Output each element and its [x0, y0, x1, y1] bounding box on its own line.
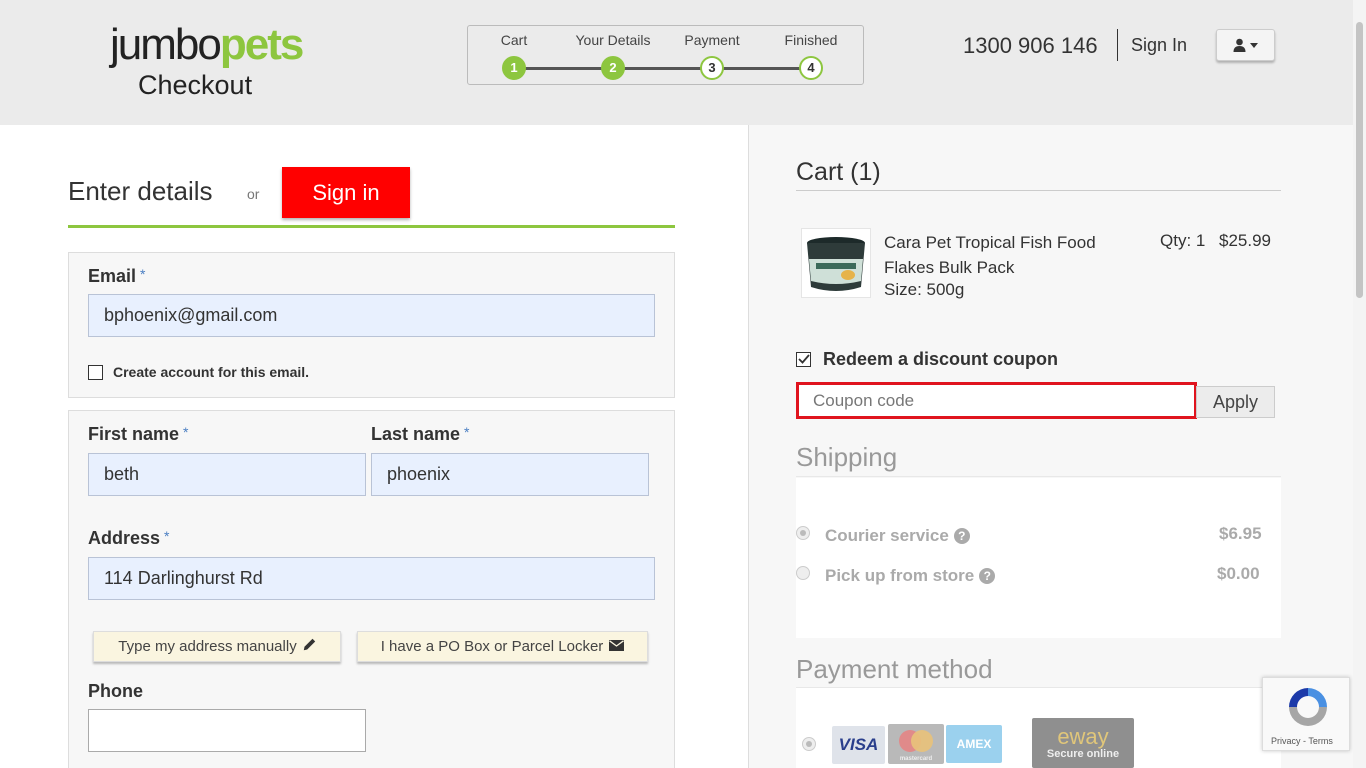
type-address-manually-button[interactable]: Type my address manually	[93, 631, 341, 662]
cart-title: Cart (1)	[796, 158, 881, 186]
redeem-coupon-row[interactable]: Redeem a discount coupon	[796, 349, 1058, 370]
step-circle: 1	[502, 56, 526, 80]
phone-label: Phone	[88, 681, 144, 701]
courier-service-price: $6.95	[1219, 524, 1262, 543]
recaptcha-terms-link[interactable]: Terms	[1308, 736, 1333, 746]
address-input[interactable]	[88, 557, 655, 600]
recaptcha-badge[interactable]: Privacy - Terms	[1262, 677, 1350, 751]
create-account-checkbox[interactable]	[88, 364, 103, 380]
logo-pets: pets	[219, 20, 304, 69]
shipping-divider	[796, 476, 1281, 477]
logo-checkout-subtitle: Checkout	[138, 70, 253, 100]
last-name-input[interactable]	[371, 453, 649, 496]
coupon-code-input[interactable]	[796, 382, 1197, 419]
account-dropdown-button[interactable]	[1216, 29, 1275, 61]
question-circle-icon[interactable]: ?	[953, 528, 970, 544]
create-account-label: Create account for this email.	[113, 364, 310, 380]
address-label: Address *	[88, 528, 170, 548]
pick-up-store-option[interactable]: Pick up from store ?	[825, 566, 996, 586]
sign-in-button[interactable]: Sign in	[282, 167, 410, 218]
apply-coupon-button[interactable]: Apply	[1196, 386, 1275, 418]
shipping-options-box	[796, 478, 1281, 638]
first-name-label: First name *	[88, 424, 189, 444]
required-mark: *	[183, 424, 189, 440]
recaptcha-links: Privacy - Terms	[1271, 736, 1333, 746]
visa-logo: VISA	[832, 726, 885, 764]
pencil-icon	[303, 638, 316, 655]
step-cart: Cart 1	[464, 32, 564, 80]
section-divider	[68, 225, 675, 228]
step-payment: Payment 3	[662, 32, 762, 80]
page-scrollbar[interactable]	[1353, 0, 1366, 768]
amex-logo: AMEX	[946, 725, 1002, 763]
payment-method-title: Payment method	[796, 654, 993, 684]
create-account-row[interactable]: Create account for this email.	[88, 364, 309, 380]
product-image	[801, 228, 871, 298]
courier-service-option[interactable]: Courier service ?	[825, 526, 970, 546]
header-divider	[1117, 29, 1118, 61]
first-name-input[interactable]	[88, 453, 366, 496]
redeem-coupon-label: Redeem a discount coupon	[823, 349, 1059, 369]
mastercard-text: mastercard	[900, 756, 933, 762]
step-circle: 4	[799, 56, 823, 80]
pick-up-store-price: $0.00	[1217, 564, 1260, 583]
email-input[interactable]	[88, 294, 655, 337]
product-size: Size: 500g	[884, 280, 965, 299]
step-circle: 2	[601, 56, 625, 80]
phone-input[interactable]	[88, 709, 366, 752]
or-separator: or	[247, 186, 260, 202]
product-name: Cara Pet Tropical Fish Food Flakes Bulk …	[884, 233, 1096, 277]
logo-jumbo: jumbo	[110, 20, 222, 69]
shipping-title: Shipping	[796, 442, 898, 472]
step-your-details: Your Details 2	[563, 32, 663, 80]
last-name-label: Last name *	[371, 424, 470, 444]
step-finished: Finished 4	[761, 32, 861, 80]
po-box-button[interactable]: I have a PO Box or Parcel Locker	[357, 631, 648, 662]
product-quantity: Qty: 1	[1160, 231, 1206, 250]
email-label: Email *	[88, 266, 146, 286]
question-circle-icon[interactable]: ?	[979, 568, 996, 584]
required-mark: *	[464, 424, 470, 440]
mastercard-logo: mastercard	[888, 724, 944, 764]
cart-divider	[796, 190, 1281, 191]
courier-service-radio[interactable]	[796, 526, 810, 540]
required-mark: *	[140, 266, 146, 282]
product-price: $25.99	[1219, 231, 1271, 250]
scrollbar-thumb[interactable]	[1356, 22, 1363, 298]
recaptcha-icon	[1285, 684, 1331, 735]
step-circle: 3	[700, 56, 724, 80]
eway-subtitle: Secure online	[1046, 748, 1120, 760]
phone-number[interactable]: 1300 906 146	[963, 33, 1098, 59]
jumbopets-logo[interactable]: jumbopets Checkout	[110, 20, 310, 100]
user-icon	[1233, 38, 1246, 52]
checkout-progress: Cart 1 Your Details 2 Payment 3 Finished…	[467, 25, 864, 85]
required-mark: *	[164, 528, 170, 544]
header-sign-in-link[interactable]: Sign In	[1131, 35, 1187, 56]
checkout-header: jumbopets Checkout Cart 1 Your Details 2…	[0, 0, 1366, 125]
redeem-coupon-checkbox[interactable]	[796, 352, 811, 367]
recaptcha-privacy-link[interactable]: Privacy	[1271, 736, 1301, 746]
eway-wordmark: eway	[1057, 724, 1109, 749]
eway-logo: eway Secure online	[1032, 718, 1134, 768]
pick-up-store-radio[interactable]	[796, 566, 810, 580]
card-payment-radio[interactable]	[802, 737, 816, 751]
enter-details-title: Enter details	[68, 176, 213, 206]
envelope-icon	[609, 638, 625, 655]
caret-down-icon	[1250, 42, 1258, 48]
